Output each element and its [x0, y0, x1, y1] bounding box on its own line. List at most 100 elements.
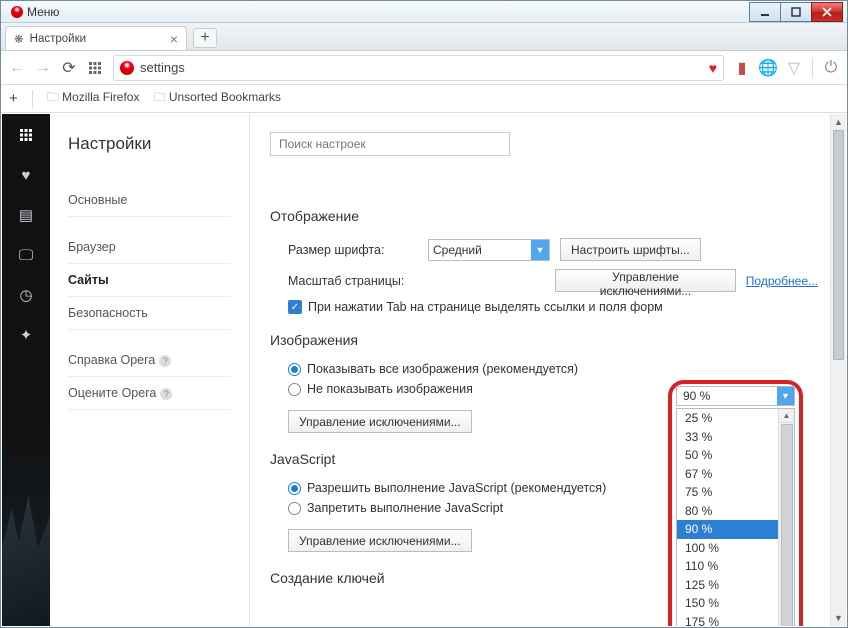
configure-fonts-button[interactable]: Настроить шрифты...: [560, 238, 701, 261]
toolbar-separator: [812, 58, 813, 78]
add-bookmark-button[interactable]: +: [9, 90, 18, 107]
scroll-thumb[interactable]: [833, 130, 844, 360]
bookmark-ribbon-icon[interactable]: ▮: [734, 60, 750, 76]
zoom-option[interactable]: 50 %: [677, 446, 794, 465]
dropdown-scrollbar[interactable]: ▲ ▼: [778, 409, 794, 626]
font-size-label: Размер шрифта:: [288, 243, 418, 257]
menu-label: Меню: [27, 5, 59, 19]
zoom-option[interactable]: 125 %: [677, 576, 794, 595]
opera-side-strip: ♥ ▤ 🖵 ◷ ✦: [2, 114, 50, 626]
tab-highlight-label: При нажатии Tab на странице выделять ссы…: [308, 300, 663, 314]
scroll-thumb[interactable]: [781, 424, 793, 626]
sidebar-item-sites[interactable]: Сайты: [68, 264, 231, 297]
zoom-option[interactable]: 150 %: [677, 594, 794, 613]
page-title: Настройки: [68, 134, 231, 154]
site-identity-icon: [120, 61, 134, 75]
images-hide-label: Не показывать изображения: [307, 382, 473, 396]
settings-content: Отображение Размер шрифта: Средний ▼ Нас…: [250, 114, 846, 626]
tab-bar: ❋ Настройки × +: [1, 23, 847, 51]
navigation-toolbar: ← → ⟳ settings ♥ ▮ 🌐 ▽ ⏻: [1, 51, 847, 85]
page-zoom-label: Масштаб страницы:: [288, 274, 416, 288]
forward-button[interactable]: →: [35, 60, 51, 76]
minimize-icon: [760, 7, 770, 17]
battery-saver-icon[interactable]: ⏻: [823, 60, 839, 76]
help-icon: ?: [160, 388, 172, 400]
js-deny-label: Запретить выполнение JavaScript: [307, 501, 503, 515]
history-strip-icon[interactable]: 🖵: [17, 246, 35, 264]
maximize-icon: [791, 7, 801, 17]
strip-background-image: [2, 496, 50, 626]
speed-dial-icon[interactable]: [17, 126, 35, 144]
scroll-up-arrow[interactable]: ▲: [779, 409, 794, 423]
url-text: settings: [140, 60, 185, 75]
tab-highlight-checkbox[interactable]: ✓: [288, 300, 302, 314]
window-maximize-button[interactable]: [780, 2, 812, 22]
close-icon: [822, 7, 832, 17]
js-deny-radio[interactable]: [288, 502, 301, 515]
scroll-down-arrow[interactable]: ▼: [831, 610, 846, 626]
section-images: Изображения: [270, 332, 818, 348]
zoom-option[interactable]: 67 %: [677, 465, 794, 484]
sidebar-item-help[interactable]: Справка Opera?: [68, 344, 231, 377]
images-show-label: Показывать все изображения (рекомендуетс…: [307, 362, 578, 376]
window-minimize-button[interactable]: [749, 2, 781, 22]
zoom-option[interactable]: 75 %: [677, 483, 794, 502]
tab-close-button[interactable]: ×: [170, 32, 178, 46]
news-strip-icon[interactable]: ▤: [17, 206, 35, 224]
zoom-exceptions-button[interactable]: Управление исключениями...: [555, 269, 736, 292]
settings-sidebar: Настройки Основные Браузер Сайты Безопас…: [50, 114, 250, 626]
images-exceptions-button[interactable]: Управление исключениями...: [288, 410, 472, 433]
font-size-select[interactable]: Средний ▼: [428, 239, 550, 261]
page-zoom-select[interactable]: 90 % ▼: [676, 386, 795, 406]
window-close-button[interactable]: [811, 2, 843, 22]
section-display: Отображение: [270, 208, 818, 224]
reload-button[interactable]: ⟳: [61, 60, 77, 76]
bookmark-folder-unsorted[interactable]: 🗀 Unsorted Bookmarks: [153, 88, 280, 109]
content-scrollbar[interactable]: ▲ ▼: [830, 114, 846, 626]
tab-label: Настройки: [30, 33, 86, 45]
js-allow-radio[interactable]: [288, 482, 301, 495]
zoom-option[interactable]: 25 %: [677, 409, 794, 428]
clock-strip-icon[interactable]: ◷: [17, 286, 35, 304]
gear-icon: ❋: [14, 32, 24, 46]
chevron-down-icon: ▼: [531, 240, 549, 260]
address-bar[interactable]: settings ♥: [113, 55, 724, 81]
images-hide-radio[interactable]: [288, 383, 301, 396]
folder-icon: 🗀: [47, 90, 59, 104]
zoom-option[interactable]: 90 %: [677, 520, 794, 539]
tab-settings[interactable]: ❋ Настройки ×: [5, 26, 187, 50]
sidebar-item-rate[interactable]: Оцените Opera?: [68, 377, 231, 410]
bookmarks-bar: + 🗀 Mozilla Firefox 🗀 Unsorted Bookmarks: [1, 85, 847, 113]
zoom-option[interactable]: 33 %: [677, 428, 794, 447]
chevron-down-icon: ▼: [777, 387, 794, 405]
speed-dial-button[interactable]: [87, 60, 103, 76]
folder-icon: 🗀: [153, 90, 165, 104]
bookmarks-separator: [32, 90, 33, 108]
sidebar-item-security[interactable]: Безопасность: [68, 297, 231, 330]
zoom-more-link[interactable]: Подробнее...: [746, 274, 818, 288]
back-button[interactable]: ←: [9, 60, 25, 76]
opera-logo-icon: [11, 6, 23, 18]
bookmark-heart-icon[interactable]: ♥: [709, 60, 717, 76]
grid-icon: [88, 61, 102, 75]
extensions-strip-icon[interactable]: ✦: [17, 326, 35, 344]
window-titlebar: Меню: [1, 1, 847, 23]
vpn-globe-icon[interactable]: 🌐: [760, 60, 776, 76]
sidebar-item-browser[interactable]: Браузер: [68, 231, 231, 264]
js-exceptions-button[interactable]: Управление исключениями...: [288, 529, 472, 552]
bookmarks-strip-icon[interactable]: ♥: [17, 166, 35, 184]
bookmark-folder-mozilla[interactable]: 🗀 Mozilla Firefox: [47, 88, 140, 109]
new-tab-button[interactable]: +: [193, 28, 217, 48]
adblock-shield-icon[interactable]: ▽: [786, 60, 802, 76]
zoom-option[interactable]: 100 %: [677, 539, 794, 558]
help-icon: ?: [159, 355, 171, 367]
images-show-radio[interactable]: [288, 363, 301, 376]
scroll-up-arrow[interactable]: ▲: [831, 114, 846, 130]
sidebar-item-basic[interactable]: Основные: [68, 184, 231, 217]
zoom-option[interactable]: 110 %: [677, 557, 794, 576]
opera-menu-button[interactable]: Меню: [5, 5, 65, 19]
zoom-dropdown-list[interactable]: 25 %33 %50 %67 %75 %80 %90 %100 %110 %12…: [676, 408, 795, 626]
zoom-option[interactable]: 80 %: [677, 502, 794, 521]
zoom-option[interactable]: 175 %: [677, 613, 794, 627]
search-settings-input[interactable]: [270, 132, 510, 156]
